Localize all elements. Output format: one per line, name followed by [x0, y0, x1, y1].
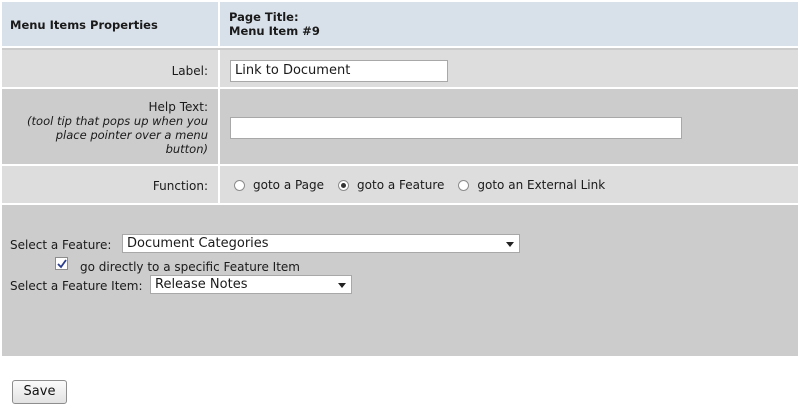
help-text-label: Help Text: — [148, 100, 208, 114]
radio-page-label: goto a Page — [253, 178, 325, 192]
help-text-note-line-1: (tool tip that pops up when you — [27, 114, 208, 128]
function-option-external-link[interactable]: goto an External Link — [458, 178, 605, 192]
label-input[interactable]: Link to Document — [230, 60, 448, 82]
feature-item-select[interactable]: Release Notes — [150, 275, 352, 294]
label-row: Label: Link to Document — [2, 50, 798, 87]
checkmark-icon — [57, 259, 67, 269]
function-radio-group: goto a Page goto a Feature goto an Exter… — [234, 178, 619, 192]
feature-select-value: Document Categories — [127, 236, 269, 251]
direct-feature-item-checkbox[interactable] — [55, 257, 68, 270]
row-divider — [2, 46, 798, 48]
menu-item-properties-panel: Menu Items Properties Page Title: Menu I… — [2, 2, 798, 356]
properties-header: Menu Items Properties Page Title: Menu I… — [2, 2, 798, 46]
radio-page[interactable] — [234, 179, 245, 191]
select-feature-item-label: Select a Feature Item: — [10, 279, 143, 293]
section-title: Menu Items Properties — [10, 18, 158, 32]
chevron-down-icon — [506, 242, 514, 247]
radio-feature[interactable] — [338, 179, 350, 191]
function-option-page[interactable]: goto a Page — [234, 178, 324, 192]
feature-select[interactable]: Document Categories — [122, 234, 520, 253]
help-text-note-line-3: button) — [165, 142, 208, 156]
function-label: Function: — [152, 179, 208, 193]
radio-external-link-label: goto an External Link — [477, 178, 606, 192]
page-title-value: Menu Item #9 — [229, 24, 320, 38]
radio-external-link[interactable] — [458, 179, 470, 191]
feature-item-select-value: Release Notes — [155, 277, 248, 292]
save-button[interactable]: Save — [12, 380, 67, 404]
help-text-input[interactable] — [230, 117, 682, 139]
select-feature-label: Select a Feature: — [10, 238, 112, 252]
chevron-down-icon — [338, 283, 346, 288]
radio-feature-label: goto a Feature — [357, 178, 445, 192]
label-field-label: Label: — [171, 64, 208, 78]
direct-feature-item-label: go directly to a specific Feature Item — [80, 260, 300, 274]
function-option-feature[interactable]: goto a Feature — [338, 178, 444, 192]
help-text-row: Help Text: (tool tip that pops up when y… — [2, 89, 798, 164]
page-title-label: Page Title: — [229, 10, 299, 24]
feature-section: Select a Feature: Document Categories go… — [2, 205, 798, 356]
help-text-note-line-2: place pointer over a menu — [55, 128, 208, 142]
function-row: Function: goto a Page goto a Feature got… — [2, 166, 798, 203]
